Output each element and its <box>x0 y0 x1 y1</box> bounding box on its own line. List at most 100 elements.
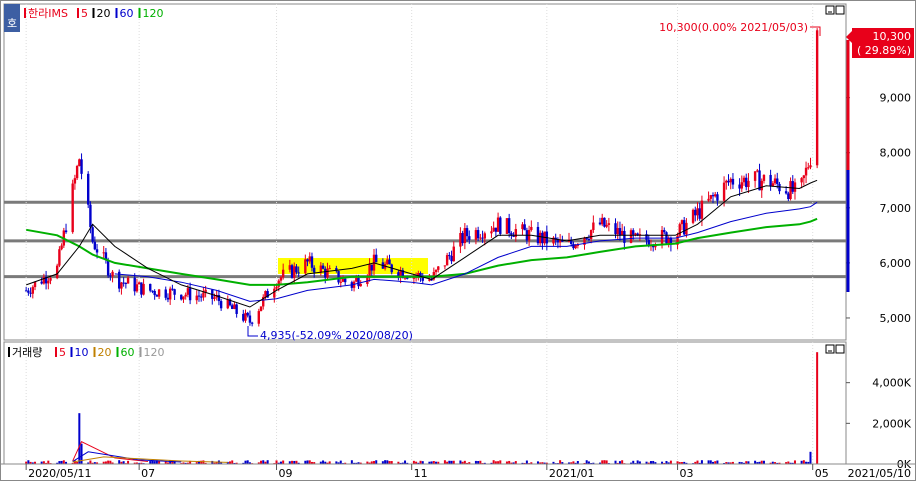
candle-body <box>49 278 52 281</box>
candle-body <box>304 259 307 274</box>
volume-bar <box>707 460 710 464</box>
candle-body <box>264 291 267 297</box>
volume-bar <box>118 460 121 464</box>
candle-body <box>496 217 500 232</box>
volume-y-tick-label: 2,000K <box>872 417 911 430</box>
candle-body <box>386 259 389 264</box>
candle-body <box>468 236 471 240</box>
candle-body <box>598 222 602 225</box>
volume-bar <box>816 352 819 464</box>
maximize-icon[interactable] <box>835 5 845 15</box>
candle-body <box>312 267 316 273</box>
candle-body <box>616 228 619 235</box>
candle-body <box>137 282 141 285</box>
volume-bar <box>499 460 502 464</box>
candle-body <box>694 209 697 216</box>
candle-body <box>756 170 759 172</box>
candle-body <box>359 283 362 287</box>
candle-body <box>680 220 684 225</box>
candle-body <box>91 227 94 242</box>
volume-bar <box>793 460 796 464</box>
candle-body <box>297 272 300 274</box>
candle-body <box>530 226 533 230</box>
legend-swatch <box>115 8 118 18</box>
candle-body <box>707 198 710 201</box>
volume-bar <box>262 460 265 464</box>
candle-body <box>523 224 526 231</box>
candle-body <box>778 183 781 192</box>
candle-body <box>614 223 617 235</box>
volume-minimize-icon[interactable] <box>825 344 835 354</box>
legend-swatch <box>138 8 141 18</box>
candle-body <box>102 252 105 254</box>
candle-body <box>760 180 763 191</box>
candle-body <box>521 224 524 230</box>
x-axis-end-label: 2021/05/10 <box>848 467 911 480</box>
candle-body <box>682 220 686 235</box>
candle-body <box>242 313 245 321</box>
candle-body <box>747 180 750 188</box>
candle-body <box>290 265 294 278</box>
candle-body <box>126 277 130 284</box>
candle-body <box>663 230 666 233</box>
volume-bar <box>809 451 812 464</box>
candle-body <box>306 259 309 262</box>
volume-legend-swatch <box>55 347 57 357</box>
volume-bar <box>107 460 110 464</box>
candle-body <box>474 230 478 240</box>
x-tick-label: 2020/05/11 <box>28 467 91 480</box>
candle-body <box>153 290 156 296</box>
volume-bar <box>603 460 606 464</box>
candle-body <box>784 191 788 194</box>
x-tick-label: 2021/01 <box>549 467 595 480</box>
volume-y-tick-label: 4,000K <box>872 377 911 390</box>
volume-legend-label: 5 <box>59 346 66 359</box>
candle-body <box>355 277 358 282</box>
candle-body <box>24 290 28 292</box>
candle-body <box>804 167 808 176</box>
legend-swatch <box>77 8 79 18</box>
candle-body <box>448 255 451 257</box>
candle-body <box>815 30 819 166</box>
volume-bar <box>27 460 30 464</box>
minimize-icon[interactable] <box>825 5 835 15</box>
volume-bar <box>621 460 624 464</box>
candle-body <box>490 231 493 234</box>
volume-bar <box>443 460 446 464</box>
volume-legend-swatch <box>139 347 142 357</box>
x-tick-label: 11 <box>414 467 428 480</box>
candle-body <box>800 178 803 183</box>
legend-label: 20 <box>97 7 111 20</box>
candle-body <box>257 311 260 324</box>
volume-legend-label: 60 <box>121 346 135 359</box>
volume-bar <box>386 460 389 464</box>
volume-bar <box>350 460 353 464</box>
candle-body <box>120 282 123 289</box>
legend-swatch <box>92 8 95 18</box>
volume-bar <box>282 460 285 464</box>
candle-body <box>157 289 161 297</box>
volume-maximize-icon[interactable] <box>835 344 845 354</box>
price-plot-area <box>3 3 847 341</box>
candle-body <box>505 218 509 234</box>
candle-body <box>691 209 695 223</box>
candle-body <box>709 195 712 199</box>
candle-body <box>324 268 327 278</box>
candle-body <box>86 173 90 205</box>
candle-body <box>231 305 234 309</box>
last-price-value: 10,300 <box>873 30 912 43</box>
candle-body <box>180 294 183 300</box>
volume-bar <box>601 460 604 464</box>
candle-body <box>481 237 484 239</box>
candle-body <box>445 255 449 266</box>
candle-body <box>459 233 462 247</box>
candle-body <box>605 224 608 227</box>
legend-label: 60 <box>120 7 134 20</box>
volume-bar <box>636 460 639 464</box>
candle-body <box>403 277 407 279</box>
candle-body <box>443 265 447 267</box>
volume-panel: 0K2,000K4,000K <box>3 341 912 471</box>
volume-bar <box>716 460 719 464</box>
candle-body <box>738 184 741 189</box>
candle-body <box>328 268 331 270</box>
